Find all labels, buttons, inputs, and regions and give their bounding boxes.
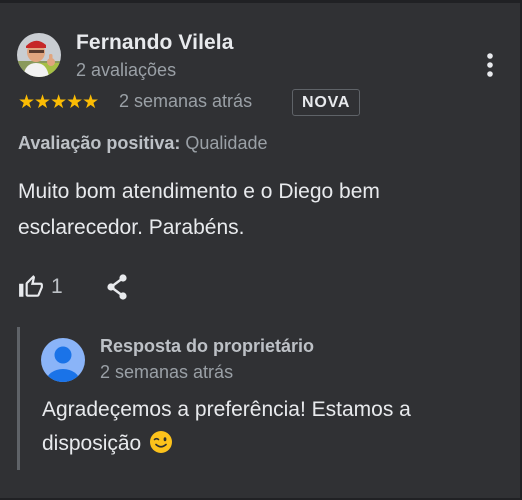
reviewer-name[interactable]: Fernando Vilela [76,31,234,55]
reviewer-photo [17,33,61,77]
owner-avatar [41,338,85,382]
share-icon [107,274,127,300]
person-avatar-icon [41,338,85,382]
like-count: 1 [51,275,63,298]
thumb-up-icon [19,275,43,297]
owner-reply-body: Agradeçemos a preferência! Estamos a dis… [42,398,411,455]
reviewer-avatar[interactable] [17,33,61,77]
star-rating: ★★★★★ [18,91,99,113]
reviewer-review-count: 2 avaliações [76,60,177,80]
more-vert-icon [487,53,493,77]
share-button[interactable] [103,272,131,302]
new-badge: NOVA [292,89,361,116]
review-attribute: Avaliação positiva: Qualidade [18,133,267,154]
review-time: 2 semanas atrás [119,91,253,111]
owner-reply-time: 2 semanas atrás [100,362,234,382]
attribute-label: Avaliação positiva: [18,133,181,153]
top-divider [0,0,522,3]
owner-reply-text: Agradeçemos a preferência! Estamos a dis… [42,393,502,461]
owner-reply-title: Resposta do proprietário [100,336,315,356]
review-text: Muito bom atendimento e o Diego bem escl… [18,180,380,239]
winking-face-emoji-icon [150,431,173,453]
reply-indent-bar [17,327,20,470]
attribute-value: Qualidade [180,133,268,153]
like-button[interactable]: 1 [18,271,63,303]
more-options-button[interactable] [478,50,502,80]
